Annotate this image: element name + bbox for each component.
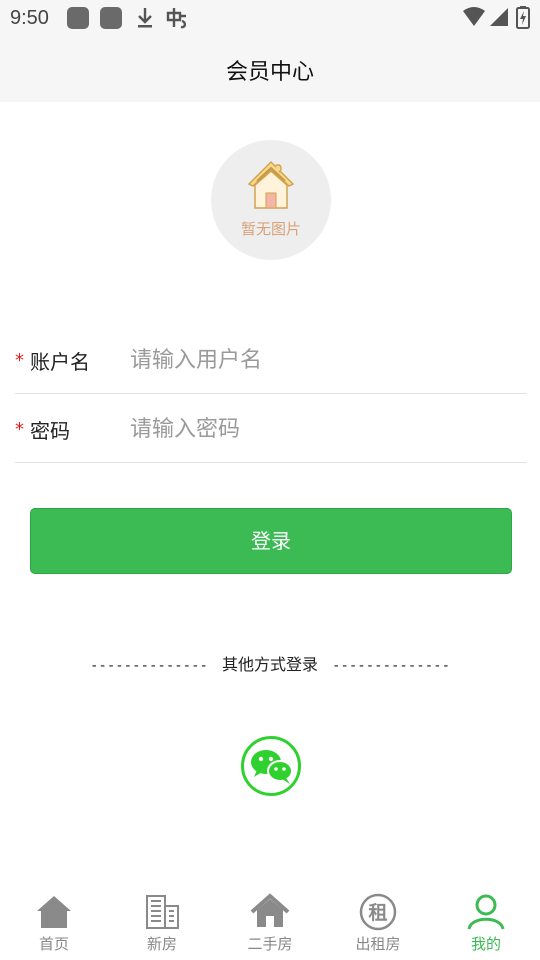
tab-new-house[interactable]: 新房 <box>108 880 216 960</box>
tab-label: 我的 <box>470 935 501 953</box>
tab-mine[interactable]: 我的 <box>432 880 540 960</box>
password-input[interactable] <box>130 409 520 449</box>
other-login-text: 其他方式登录 <box>221 655 318 674</box>
rent-glyph: 租 <box>368 902 387 924</box>
login-button[interactable]: 登录 <box>30 508 512 574</box>
wechat-login-button[interactable] <box>241 736 301 796</box>
tab-rent[interactable]: 租 出租房 <box>324 880 432 960</box>
status-bar: 9:50 <box>0 0 540 36</box>
tab-label: 出租房 <box>355 935 401 953</box>
username-label: 账户名 <box>30 350 90 374</box>
battery-icon <box>516 6 530 29</box>
status-time: 9:50 <box>10 7 49 29</box>
tab-label: 二手房 <box>247 935 293 953</box>
tab-second-hand[interactable]: 二手房 <box>216 880 324 960</box>
tab-home[interactable]: 首页 <box>0 880 108 960</box>
username-row: * 账户名 <box>15 326 527 394</box>
building-icon <box>146 895 179 929</box>
avatar[interactable]: 暂无图片 <box>211 140 331 260</box>
notification-app-icon <box>100 7 122 29</box>
notification-app-icon <box>67 7 89 29</box>
app-header: 会员中心 <box>0 36 540 102</box>
no-image-text: 暂无图片 <box>240 220 301 238</box>
other-login-divider: -------------- 其他方式登录 -------------- <box>0 651 540 675</box>
divider-dashes-right: -------------- <box>332 658 451 674</box>
bug-icon <box>166 8 187 29</box>
signal-icon <box>490 8 508 26</box>
password-row: * 密码 <box>15 395 527 463</box>
username-input[interactable] <box>130 340 520 380</box>
wechat-icon <box>251 750 293 784</box>
wifi-icon <box>463 7 485 26</box>
required-mark: * <box>15 350 24 371</box>
required-mark: * <box>15 419 24 440</box>
house-icon <box>250 893 290 927</box>
tab-label: 首页 <box>38 935 69 953</box>
no-image-house-icon <box>247 160 295 209</box>
password-label: 密码 <box>30 419 70 443</box>
rent-icon: 租 <box>359 893 397 931</box>
divider-dashes-left: -------------- <box>89 658 208 674</box>
download-icon <box>138 8 152 28</box>
user-icon <box>467 894 505 930</box>
tab-label: 新房 <box>146 935 177 953</box>
page-title: 会员中心 <box>225 60 314 85</box>
bottom-tab-bar: 首页 新房 二手房 租 出租房 我的 <box>0 880 540 960</box>
home-icon <box>37 896 71 928</box>
